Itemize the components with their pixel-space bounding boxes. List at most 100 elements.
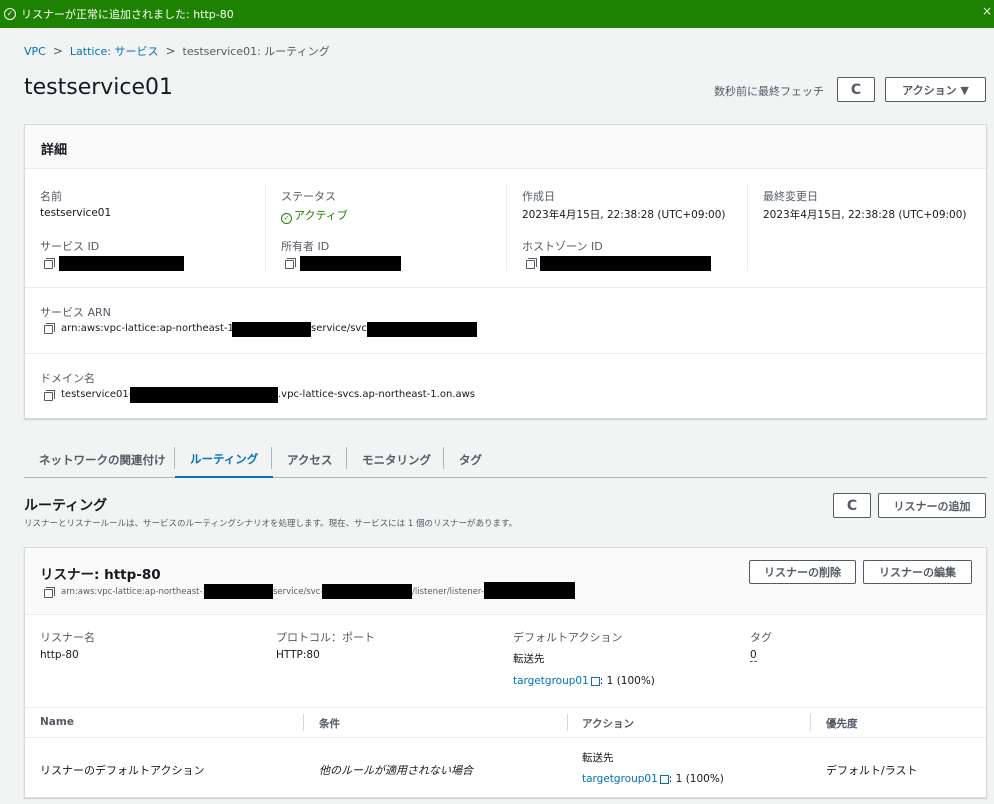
external-link-icon bbox=[590, 676, 600, 686]
check-circle-icon: ✓ bbox=[281, 213, 292, 224]
copy-icon[interactable] bbox=[44, 390, 55, 401]
protocol-value: HTTP:80 bbox=[276, 649, 320, 661]
redacted-listener-suffix bbox=[484, 582, 575, 599]
listener-name-value: http-80 bbox=[40, 649, 79, 661]
service-arn-label: サービス ARN bbox=[40, 306, 111, 319]
rule-condition: 他のルールが適用されない場合 bbox=[319, 764, 473, 777]
redacted-owner-id bbox=[300, 256, 401, 271]
created-label: 作成日 bbox=[522, 190, 555, 203]
name-label: 名前 bbox=[40, 190, 62, 203]
redacted-account-id bbox=[204, 584, 273, 599]
copy-icon[interactable] bbox=[44, 587, 55, 598]
redacted-service-suffix bbox=[367, 322, 477, 337]
redacted-service-id bbox=[59, 256, 184, 271]
column-header-priority[interactable]: 優先度 bbox=[826, 716, 858, 731]
success-banner: ✓ リスナーが正常に追加されました: http-80 × bbox=[0, 0, 994, 28]
breadcrumb-current: testservice01: ルーティング bbox=[182, 45, 330, 58]
tab-routing[interactable]: ルーティング bbox=[175, 441, 274, 478]
check-circle-icon: ✓ bbox=[4, 8, 16, 20]
refresh-button[interactable]: C bbox=[837, 77, 875, 102]
actions-button[interactable]: アクション ▼ bbox=[885, 77, 986, 102]
close-icon[interactable]: × bbox=[982, 4, 992, 18]
redacted-hosted-zone-id bbox=[540, 256, 711, 271]
add-listener-button[interactable]: リスナーの追加 bbox=[878, 493, 986, 518]
listener-arn-listener: /listener/listener- bbox=[412, 587, 484, 597]
copy-icon[interactable] bbox=[285, 258, 296, 269]
copy-icon[interactable] bbox=[44, 258, 55, 269]
copy-icon[interactable] bbox=[526, 258, 537, 269]
created-value: 2023年4月15日, 22:38:28 (UTC+09:00) bbox=[522, 209, 726, 221]
tab-bar: ネットワークの関連付け ルーティング アクセス モニタリング タグ bbox=[24, 441, 987, 478]
forward-to-label: 転送先 bbox=[513, 653, 545, 665]
rule-priority: デフォルト/ラスト bbox=[826, 764, 918, 777]
domain-label: ドメイン名 bbox=[40, 372, 95, 385]
column-header-conditions[interactable]: 条件 bbox=[319, 716, 340, 731]
targetgroup-link[interactable]: targetgroup01 bbox=[513, 675, 589, 687]
redacted-account-id bbox=[232, 322, 311, 337]
name-value: testservice01 bbox=[40, 207, 112, 219]
refresh-icon: C bbox=[846, 497, 858, 514]
rule-forward-label: 転送先 bbox=[582, 752, 614, 764]
column-divider bbox=[810, 714, 811, 731]
rule-name: リスナーのデフォルトアクション bbox=[40, 764, 205, 777]
listener-arn-prefix: arn:aws:vpc-lattice:ap-northeast-1 bbox=[61, 587, 208, 597]
external-link-icon bbox=[659, 774, 669, 784]
tab-access[interactable]: アクセス bbox=[272, 441, 347, 478]
tags-label: タグ bbox=[750, 631, 772, 644]
breadcrumb: VPC > Lattice: サービス > testservice01: ルーテ… bbox=[24, 43, 330, 59]
chevron-right-icon: > bbox=[165, 44, 176, 58]
page-title: testservice01 bbox=[24, 75, 174, 100]
tab-monitoring[interactable]: モニタリング bbox=[347, 441, 446, 478]
routing-title: ルーティング bbox=[24, 498, 108, 514]
tags-count[interactable]: 0 bbox=[750, 649, 757, 662]
status-badge: ✓ アクティブ bbox=[281, 207, 348, 224]
routing-refresh-button[interactable]: C bbox=[833, 493, 871, 518]
banner-message: リスナーが正常に追加されました: http-80 bbox=[21, 8, 234, 21]
breadcrumb-lattice-services[interactable]: Lattice: サービス bbox=[70, 43, 159, 59]
column-divider bbox=[747, 183, 748, 271]
domain-prefix: testservice01- bbox=[61, 389, 133, 400]
column-divider bbox=[506, 183, 507, 271]
target-weight: : 1 (100%) bbox=[668, 773, 724, 785]
modified-label: 最終変更日 bbox=[763, 190, 818, 203]
service-id-label: サービス ID bbox=[40, 240, 100, 253]
targetgroup-link[interactable]: targetgroup01 bbox=[582, 773, 658, 785]
chevron-right-icon: > bbox=[52, 44, 63, 58]
status-label: ステータス bbox=[281, 190, 336, 203]
column-divider bbox=[303, 714, 304, 731]
owner-id-label: 所有者 ID bbox=[281, 240, 330, 253]
service-arn-mid: service/svc- bbox=[311, 323, 371, 334]
divider bbox=[25, 737, 986, 738]
tab-network-associations[interactable]: ネットワークの関連付け bbox=[24, 441, 181, 478]
column-divider bbox=[567, 714, 568, 731]
default-action-target: targetgroup01 : 1 (100%) bbox=[513, 675, 655, 687]
hosted-zone-label: ホストゾーン ID bbox=[522, 240, 603, 253]
details-panel: 詳細 名前 testservice01 ステータス ✓ アクティブ 作成日 202… bbox=[24, 124, 987, 419]
divider bbox=[25, 353, 986, 354]
protocol-label: プロトコル：ポート bbox=[276, 631, 375, 644]
tab-tags[interactable]: タグ bbox=[444, 441, 497, 478]
column-divider bbox=[265, 183, 266, 271]
divider bbox=[25, 287, 986, 288]
breadcrumb-vpc[interactable]: VPC bbox=[24, 45, 46, 58]
details-heading: 詳細 bbox=[25, 125, 986, 169]
redacted-service-suffix bbox=[322, 584, 412, 599]
listener-panel: リスナー: http-80 arn:aws:vpc-lattice:ap-nor… bbox=[24, 547, 987, 798]
column-header-name[interactable]: Name bbox=[40, 716, 74, 728]
rule-action-target: targetgroup01 : 1 (100%) bbox=[582, 773, 724, 785]
refresh-icon: C bbox=[850, 81, 862, 98]
column-header-action[interactable]: アクション bbox=[582, 716, 634, 731]
domain-suffix: .vpc-lattice-svcs.ap-northeast-1.on.aws bbox=[278, 389, 475, 400]
listener-title: リスナー: http-80 bbox=[40, 567, 161, 583]
divider bbox=[25, 707, 986, 708]
listener-name-label: リスナー名 bbox=[40, 631, 95, 644]
delete-listener-button[interactable]: リスナーの削除 bbox=[749, 560, 856, 584]
modified-value: 2023年4月15日, 22:38:28 (UTC+09:00) bbox=[763, 209, 967, 221]
routing-description: リスナーとリスナールールは、サービスのルーティングシナリオを処理します。現在、サ… bbox=[24, 519, 518, 529]
redacted-domain-part bbox=[130, 387, 278, 403]
target-weight: : 1 (100%) bbox=[599, 675, 655, 687]
edit-listener-button[interactable]: リスナーの編集 bbox=[863, 560, 972, 584]
copy-icon[interactable] bbox=[44, 323, 55, 334]
last-fetched-text: 数秒前に最終フェッチ bbox=[714, 85, 824, 98]
listener-arn-service: service/svc- bbox=[273, 587, 324, 597]
